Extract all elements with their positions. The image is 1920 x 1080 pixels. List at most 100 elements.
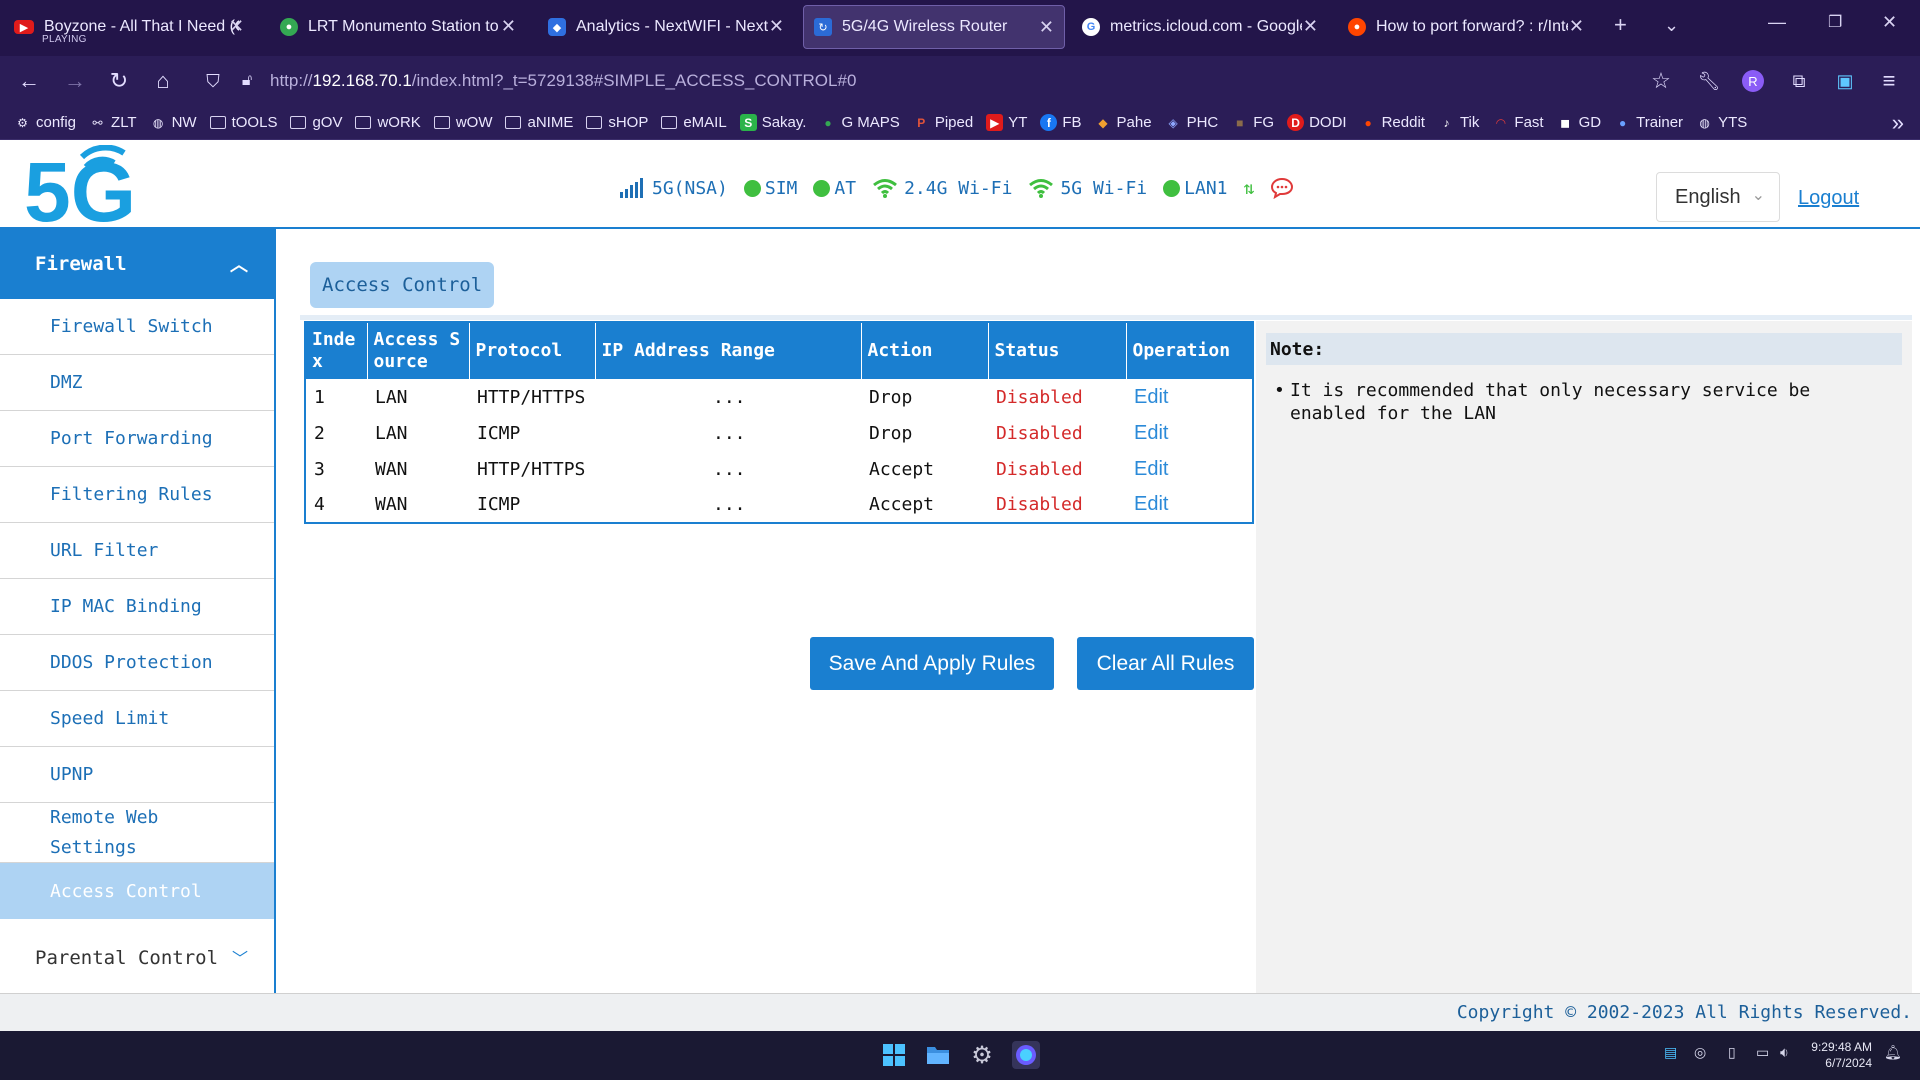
file-explorer-icon[interactable] [924,1041,952,1069]
bookmark-tik[interactable]: ♪ Tik [1438,114,1479,131]
bookmark-gov[interactable]: gOV [290,114,342,131]
bookmark-piped[interactable]: P Piped [913,114,973,131]
close-icon[interactable]: ✕ [1039,17,1054,38]
bookmark-sakay[interactable]: S Sakay. [739,114,806,131]
page-title-tab[interactable]: Access Control [310,262,495,308]
home-icon[interactable]: ⌂ [148,66,178,96]
tab-list-chevron-icon[interactable]: ⌄ [1664,15,1679,36]
logout-link[interactable]: Logout [1798,187,1859,210]
bookmark-wow[interactable]: wOW [433,114,492,131]
tab-metrics[interactable]: G metrics.icloud.com - Google ✕ [1072,5,1328,49]
menu-icon[interactable]: ≡ [1874,66,1904,96]
bookmarks-overflow-icon[interactable]: » [1892,110,1904,136]
bookmark-work[interactable]: wORK [355,114,421,131]
folder-icon [209,116,226,129]
system-clock[interactable]: 9:29:48 AM 6/7/2024 [1806,1039,1872,1071]
language-select[interactable]: English ⌄ [1656,172,1780,222]
save-apply-rules-button[interactable]: Save And Apply Rules [810,637,1054,690]
edit-link[interactable]: Edit [1126,415,1253,451]
bookmark-zlt[interactable]: ⚯ ZLT [89,114,137,131]
translate-icon[interactable]: ▣ [1830,66,1860,96]
bookmark-reddit[interactable]: ● Reddit [1360,114,1424,131]
sidebar-section-parental-control[interactable]: Parental Control ﹀ [0,919,274,997]
tab-reddit[interactable]: ● How to port forward? : r/Inte ✕ [1338,5,1594,49]
tab-title: 5G/4G Wireless Router [842,18,1008,35]
close-icon[interactable]: ✕ [1303,16,1318,37]
sidebar-item-port-forwarding[interactable]: Port Forwarding [0,411,274,467]
browser-taskbar-icon[interactable] [1012,1041,1040,1069]
bookmark-yts[interactable]: ◍ YTS [1696,114,1747,131]
bookmark-fg[interactable]: ■ FG [1231,114,1274,131]
tray-app-icon[interactable]: ▤ [1664,1044,1677,1061]
tab-router[interactable]: ↻ 5G/4G Wireless Router ✕ [803,5,1065,49]
tracking-shield-icon[interactable]: ⛉ [198,66,228,96]
edit-link[interactable]: Edit [1126,487,1253,523]
edit-link[interactable]: Edit [1126,451,1253,487]
volume-icon[interactable]: 🔉︎ [1780,1044,1789,1061]
bookmark-pahe[interactable]: ◆ Pahe [1095,114,1151,131]
wrench-icon[interactable]: 🔧︎ [1694,66,1724,96]
bookmark-label: wORK [377,114,421,131]
bookmark-dodi[interactable]: D DODI [1287,114,1347,131]
sidebar-item-ip-mac-binding[interactable]: IP MAC Binding [0,579,274,635]
bookmark-fb[interactable]: f FB [1040,114,1082,131]
messages-status[interactable] [1270,177,1294,199]
google-icon: G [1082,18,1100,36]
tab-lrt[interactable]: ● LRT Monumento Station to Jo ✕ [270,5,526,49]
bookmark-email[interactable]: eMAIL [661,114,727,131]
insecure-lock-icon[interactable]: 🔓︎ [232,66,262,96]
close-icon[interactable]: ✕ [1569,16,1584,37]
bookmark-gd[interactable]: ◼ GD [1557,114,1601,131]
sidebar-item-url-filter[interactable]: URL Filter [0,523,274,579]
folder-icon [290,116,307,129]
close-icon[interactable]: ✕ [501,16,516,37]
close-icon[interactable]: ✕ [769,16,784,37]
settings-gear-icon[interactable]: ⚙ [968,1041,996,1069]
clear-all-rules-button[interactable]: Clear All Rules [1077,637,1254,690]
cell-index: 4 [314,494,325,515]
profile-avatar-icon[interactable]: R [1738,66,1768,96]
reload-icon[interactable]: ↻ [104,66,134,96]
tab-analytics[interactable]: ◆ Analytics - NextWIFI - NextD ✕ [538,5,794,49]
network-icon[interactable]: ▭ [1756,1044,1769,1061]
bookmark-shop[interactable]: sHOP [586,114,648,131]
edit-link[interactable]: Edit [1126,379,1253,415]
wifi-icon [1029,179,1054,198]
sidebar-item-remote-web-settings[interactable]: Remote Web Settings [0,803,274,863]
clock-time: 9:29:48 AM [1811,1040,1872,1054]
windows-start-icon[interactable] [880,1041,908,1069]
bookmark-nw[interactable]: ◍ NW [150,114,197,131]
sidebar-item-ddos-protection[interactable]: DDOS Protection [0,635,274,691]
extensions-icon[interactable]: ⧉ [1784,66,1814,96]
sidebar-item-upnp[interactable]: UPNP [0,747,274,803]
forward-icon[interactable]: → [60,66,90,96]
new-tab-icon[interactable]: + [1614,12,1627,38]
sidebar-item-label: Filtering Rules [50,484,213,505]
bookmark-fast[interactable]: ◠ Fast [1492,114,1544,131]
minimize-icon[interactable]: — [1768,12,1786,33]
bookmark-g-maps[interactable]: ● G MAPS [819,114,899,131]
tray-usb-icon[interactable]: ▯ [1728,1044,1736,1061]
sidebar-item-firewall-switch[interactable]: Firewall Switch [0,299,274,355]
bookmark-star-icon[interactable]: ☆ [1646,66,1676,96]
tray-language-icon[interactable]: ◎ [1694,1044,1706,1061]
bookmark-phc[interactable]: ◈ PHC [1165,114,1218,131]
tab-boyzone[interactable]: ▶ Boyzone - All That I Need (Of PLAYING … [4,5,254,49]
close-icon[interactable]: ✕ [229,16,244,37]
bookmark-tools[interactable]: tOOLS [209,114,277,131]
sidebar-item-filtering-rules[interactable]: Filtering Rules [0,467,274,523]
message-bubble-icon[interactable] [1270,177,1294,199]
sidebar-item-speed-limit[interactable]: Speed Limit [0,691,274,747]
sidebar-section-firewall[interactable]: Firewall ︿ [0,229,274,299]
restore-icon[interactable]: ❐ [1828,12,1842,32]
bookmark-config[interactable]: ⚙ config [14,114,76,131]
back-icon[interactable]: ← [14,66,44,96]
notification-bell-icon[interactable]: 🔔︎ [1884,1044,1902,1061]
bookmark-trainer[interactable]: ● Trainer [1614,114,1683,131]
bookmark-anime[interactable]: aNIME [505,114,573,131]
sidebar-item-access-control[interactable]: Access Control [0,863,274,919]
signal-status: 5G(NSA) [620,178,728,199]
bookmark-yt[interactable]: ▶ YT [986,114,1027,131]
window-close-icon[interactable]: ✕ [1882,12,1897,33]
sidebar-item-dmz[interactable]: DMZ [0,355,274,411]
